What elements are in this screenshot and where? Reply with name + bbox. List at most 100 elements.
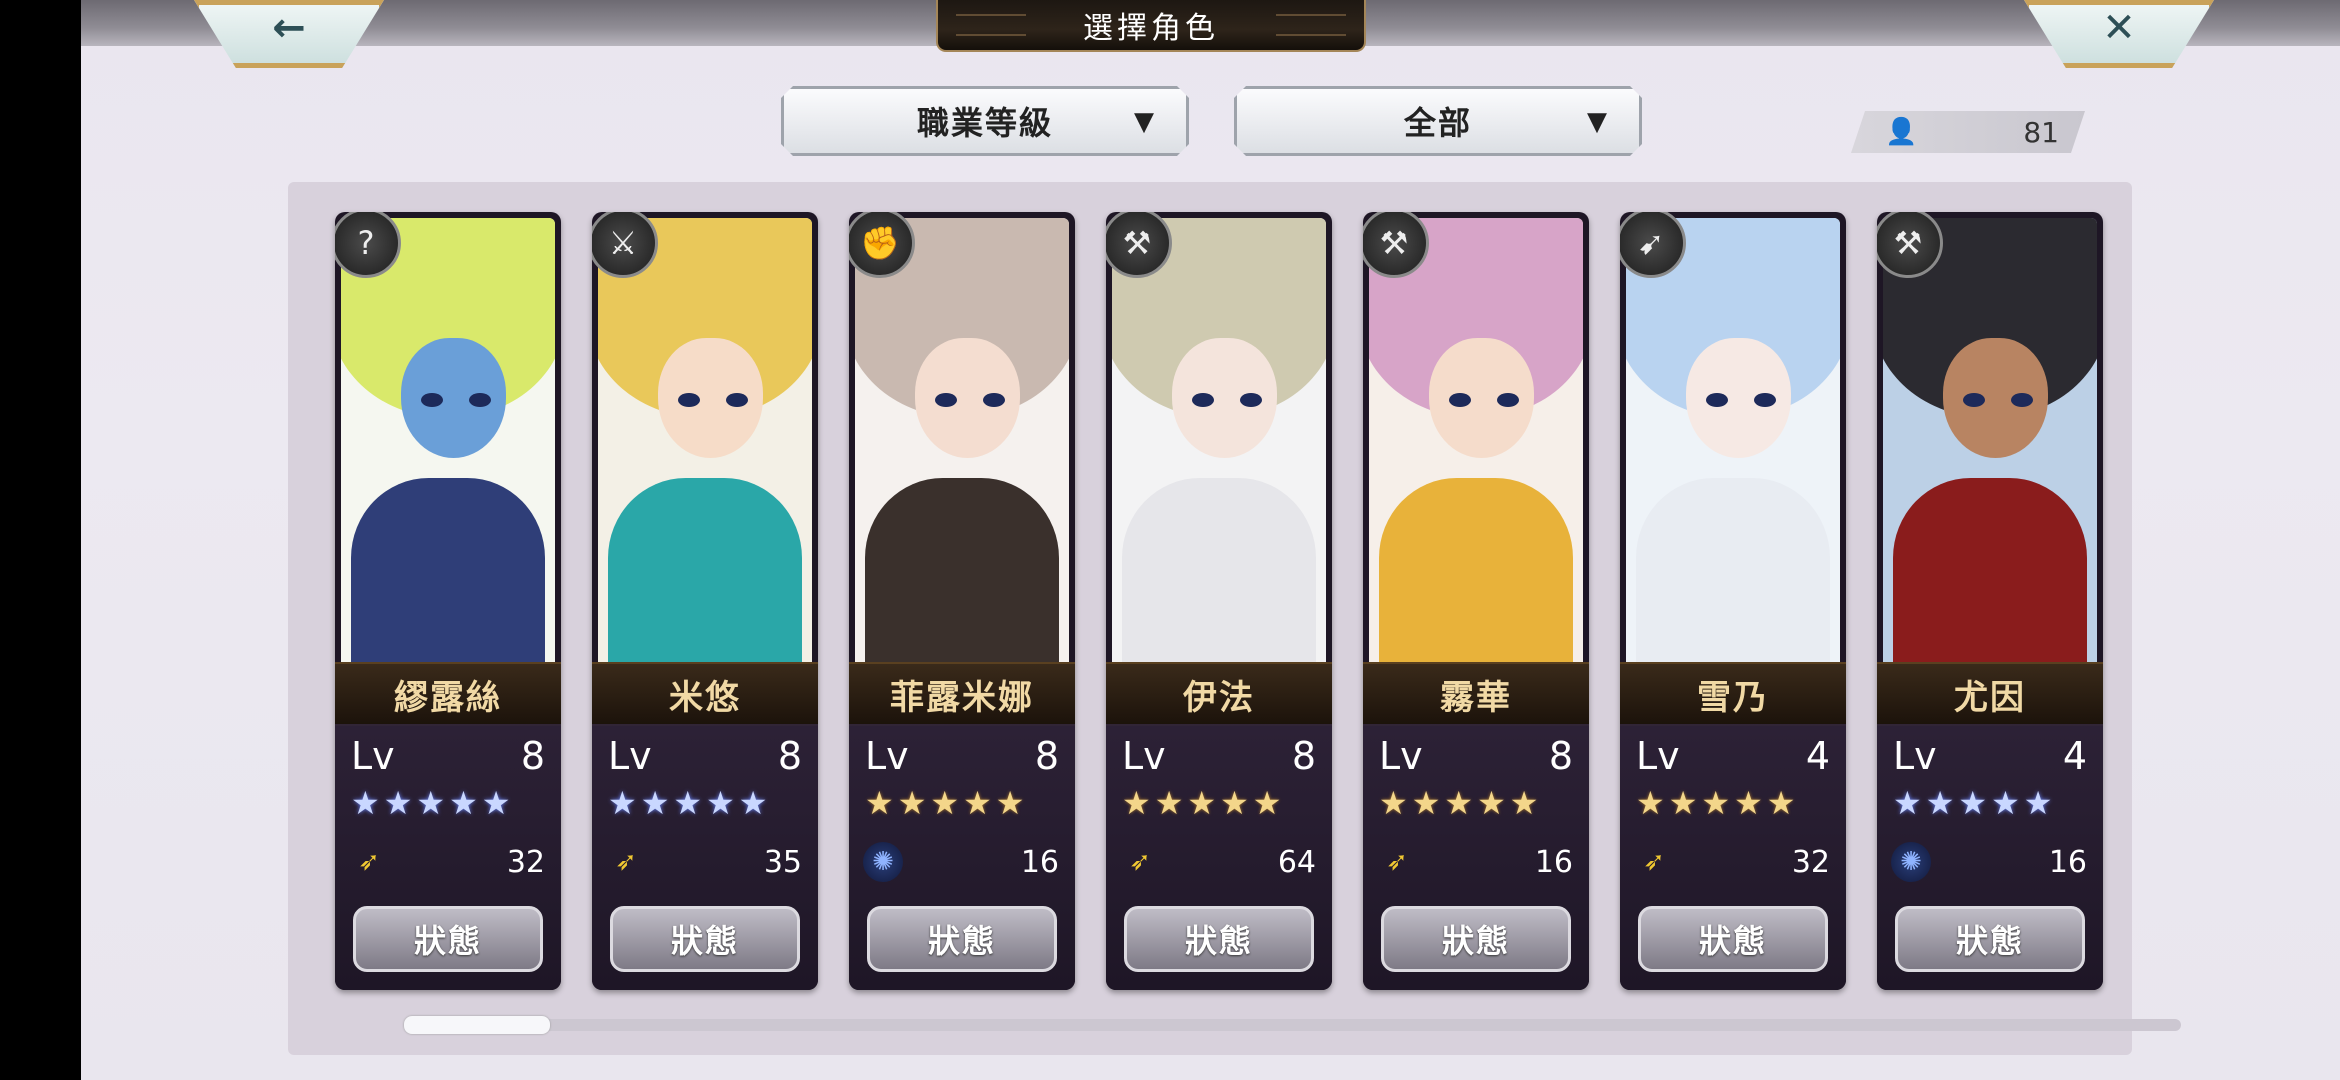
close-icon: ✕ xyxy=(2102,5,2136,51)
filter-dropdown[interactable]: 全部 ▼ xyxy=(1234,86,1642,156)
power-value: 35 xyxy=(763,844,802,880)
rarity-stars: ★★★★★ xyxy=(1122,784,1286,822)
level-row: Lv 8 xyxy=(608,734,802,778)
rarity-stars: ★★★★★ xyxy=(351,784,515,822)
character-count-value: 81 xyxy=(2023,115,2059,149)
level-row: Lv 4 xyxy=(1893,734,2087,778)
character-portrait[interactable] xyxy=(855,218,1069,672)
page-title: 選擇角色 xyxy=(936,0,1366,52)
element-row: ➶ 32 xyxy=(349,842,545,882)
character-portrait[interactable] xyxy=(341,218,555,672)
element-row: ✺ 16 xyxy=(863,842,1059,882)
character-select-screen: ← 選擇角色 ✕ 職業等級 ▼ 全部 ▼ 👤 81 ? 繆露絲 Lv 8 ★★★… xyxy=(81,0,2340,1080)
character-card[interactable]: ✊ 菲露米娜 Lv 8 ★★★★★ ✺ 16 狀態 xyxy=(849,212,1075,990)
level-row: Lv 8 xyxy=(865,734,1059,778)
level-label: Lv xyxy=(1636,734,1680,778)
rarity-stars: ★★★★★ xyxy=(865,784,1029,822)
status-button[interactable]: 狀態 xyxy=(867,906,1057,972)
wind-element-icon: ➶ xyxy=(1129,847,1151,877)
character-portrait[interactable] xyxy=(598,218,812,672)
level-value: 8 xyxy=(1034,734,1059,778)
power-value: 16 xyxy=(1534,844,1573,880)
sort-dropdown[interactable]: 職業等級 ▼ xyxy=(781,86,1189,156)
rarity-stars: ★★★★★ xyxy=(1636,784,1800,822)
character-name: 菲露米娜 xyxy=(849,662,1075,726)
character-portrait[interactable] xyxy=(1883,218,2097,672)
power-value: 32 xyxy=(506,844,545,880)
power-value: 32 xyxy=(1791,844,1830,880)
character-card[interactable]: ? 繆露絲 Lv 8 ★★★★★ ➶ 32 狀態 xyxy=(335,212,561,990)
filter-dropdown-label: 全部 xyxy=(1403,104,1472,142)
person-icon: 👤 xyxy=(1885,117,1918,147)
level-label: Lv xyxy=(1122,734,1166,778)
level-row: Lv 8 xyxy=(351,734,545,778)
swirl-element-icon: ✺ xyxy=(863,842,903,882)
character-stats: Lv 8 ★★★★★ ➶ 32 狀態 xyxy=(335,724,561,990)
power-value: 64 xyxy=(1277,844,1316,880)
wind-element-icon: ➶ xyxy=(615,847,637,877)
level-label: Lv xyxy=(608,734,652,778)
character-stats: Lv 4 ★★★★★ ➶ 32 狀態 xyxy=(1620,724,1846,990)
character-name: 伊法 xyxy=(1106,662,1332,726)
scrollbar-thumb[interactable] xyxy=(404,1016,550,1034)
wind-element-icon: ➶ xyxy=(1386,847,1408,877)
level-value: 8 xyxy=(777,734,802,778)
left-arrow-icon: ← xyxy=(272,5,306,51)
level-value: 8 xyxy=(1291,734,1316,778)
character-stats: Lv 8 ★★★★★ ➶ 16 狀態 xyxy=(1363,724,1589,990)
chevron-down-icon: ▼ xyxy=(1134,107,1156,137)
status-button[interactable]: 狀態 xyxy=(1895,906,2085,972)
element-row: ➶ 16 xyxy=(1377,842,1573,882)
character-name: 尤因 xyxy=(1877,662,2103,726)
character-stats: Lv 8 ★★★★★ ➶ 35 狀態 xyxy=(592,724,818,990)
level-label: Lv xyxy=(865,734,909,778)
level-value: 4 xyxy=(1805,734,1830,778)
character-name: 霧華 xyxy=(1363,662,1589,726)
status-button[interactable]: 狀態 xyxy=(1638,906,1828,972)
rarity-stars: ★★★★★ xyxy=(1893,784,2057,822)
level-value: 8 xyxy=(520,734,545,778)
character-count: 👤 81 xyxy=(1851,111,2085,153)
character-stats: Lv 8 ★★★★★ ➶ 64 狀態 xyxy=(1106,724,1332,990)
wind-element-icon: ➶ xyxy=(358,847,380,877)
element-row: ➶ 32 xyxy=(1634,842,1830,882)
rarity-stars: ★★★★★ xyxy=(608,784,772,822)
level-label: Lv xyxy=(1379,734,1423,778)
character-card[interactable]: ⚒ 尤因 Lv 4 ★★★★★ ✺ 16 狀態 xyxy=(1877,212,2103,990)
chevron-down-icon: ▼ xyxy=(1587,107,1609,137)
element-row: ➶ 35 xyxy=(606,842,802,882)
character-portrait[interactable] xyxy=(1369,218,1583,672)
character-card[interactable]: ➹ 雪乃 Lv 4 ★★★★★ ➶ 32 狀態 xyxy=(1620,212,1846,990)
power-value: 16 xyxy=(2048,844,2087,880)
close-button[interactable]: ✕ xyxy=(2024,0,2214,68)
status-button[interactable]: 狀態 xyxy=(1381,906,1571,972)
character-card[interactable]: ⚒ 伊法 Lv 8 ★★★★★ ➶ 64 狀態 xyxy=(1106,212,1332,990)
character-stats: Lv 4 ★★★★★ ✺ 16 狀態 xyxy=(1877,724,2103,990)
level-row: Lv 8 xyxy=(1122,734,1316,778)
element-row: ✺ 16 xyxy=(1891,842,2087,882)
status-button[interactable]: 狀態 xyxy=(1124,906,1314,972)
character-card[interactable]: ⚒ 霧華 Lv 8 ★★★★★ ➶ 16 狀態 xyxy=(1363,212,1589,990)
character-stats: Lv 8 ★★★★★ ✺ 16 狀態 xyxy=(849,724,1075,990)
character-portrait[interactable] xyxy=(1112,218,1326,672)
character-name: 米悠 xyxy=(592,662,818,726)
level-row: Lv 8 xyxy=(1379,734,1573,778)
status-button[interactable]: 狀態 xyxy=(353,906,543,972)
level-label: Lv xyxy=(1893,734,1937,778)
level-value: 4 xyxy=(2062,734,2087,778)
character-name: 繆露絲 xyxy=(335,662,561,726)
rarity-stars: ★★★★★ xyxy=(1379,784,1543,822)
level-label: Lv xyxy=(351,734,395,778)
back-button[interactable]: ← xyxy=(194,0,384,68)
scrollbar-track[interactable] xyxy=(404,1019,2181,1031)
status-button[interactable]: 狀態 xyxy=(610,906,800,972)
sort-dropdown-label: 職業等級 xyxy=(916,104,1053,142)
power-value: 16 xyxy=(1020,844,1059,880)
element-row: ➶ 64 xyxy=(1120,842,1316,882)
swirl-element-icon: ✺ xyxy=(1891,842,1931,882)
character-portrait[interactable] xyxy=(1626,218,1840,672)
level-row: Lv 4 xyxy=(1636,734,1830,778)
character-name: 雪乃 xyxy=(1620,662,1846,726)
character-card[interactable]: ⚔ 米悠 Lv 8 ★★★★★ ➶ 35 狀態 xyxy=(592,212,818,990)
wind-element-icon: ➶ xyxy=(1643,847,1665,877)
